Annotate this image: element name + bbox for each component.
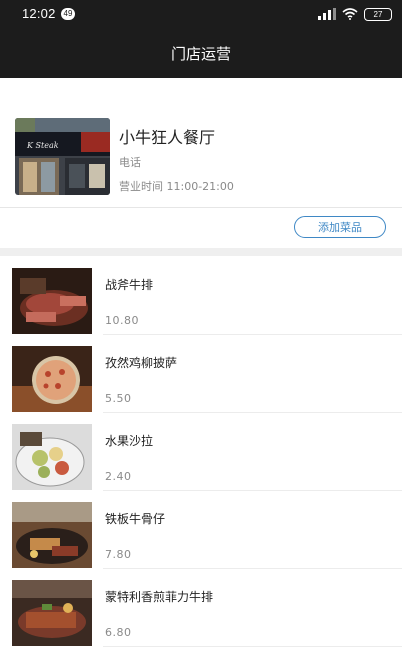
dish-price: 7.80 [105,548,132,561]
store-photo: K Steak [15,118,110,195]
dish-price: 6.80 [105,626,132,639]
dish-photo [12,502,92,568]
page-title: 门店运营 [170,45,231,63]
divider [103,490,402,491]
divider [0,207,402,208]
divider [103,412,402,413]
store-hours: 营业时间 11:00-21:00 [119,180,234,193]
store-sign-text: K Steak [26,141,59,150]
store-name: 小牛狂人餐厅 [119,128,216,147]
dish-price: 5.50 [105,392,132,405]
list-item[interactable]: 蒙特利香煎菲力牛排 6.80 [0,578,402,656]
list-item[interactable]: 战斧牛排 10.80 [0,266,402,344]
store-card[interactable]: K Steak 小牛狂人餐厅 电话 营业时间 11:00-21:00 [0,112,402,208]
dish-name: 水果沙拉 [105,434,154,448]
dish-photo [12,268,92,334]
dish-name: 战斧牛排 [105,278,154,292]
store-phone-label: 电话 [119,156,141,169]
dish-price: 2.40 [105,470,132,483]
status-bar: 12:02 49 27 [0,0,402,28]
notification-count-badge: 49 [61,8,75,20]
divider [103,646,402,647]
divider [103,334,402,335]
list-item[interactable]: 水果沙拉 2.40 [0,422,402,500]
battery-level: 27 [373,9,383,19]
dish-photo [12,580,92,646]
dish-price: 10.80 [105,314,139,327]
dish-name: 蒙特利香煎菲力牛排 [105,590,214,604]
dish-photo [12,424,92,490]
divider [103,568,402,569]
status-time: 12:02 [22,6,56,21]
section-separator [0,248,402,256]
list-item[interactable]: 铁板牛骨仔 7.80 [0,500,402,578]
signal-icon [318,8,336,20]
list-item[interactable]: 孜然鸡柳披萨 5.50 [0,344,402,422]
add-dish-button[interactable]: 添加菜品 [294,216,386,238]
dish-photo [12,346,92,412]
status-icons: 27 [318,6,392,22]
battery-icon: 27 [364,7,392,21]
dish-name: 铁板牛骨仔 [105,512,166,526]
app-header: 门店运营 [0,28,402,78]
wifi-icon [342,8,358,20]
dish-name: 孜然鸡柳披萨 [105,356,178,370]
